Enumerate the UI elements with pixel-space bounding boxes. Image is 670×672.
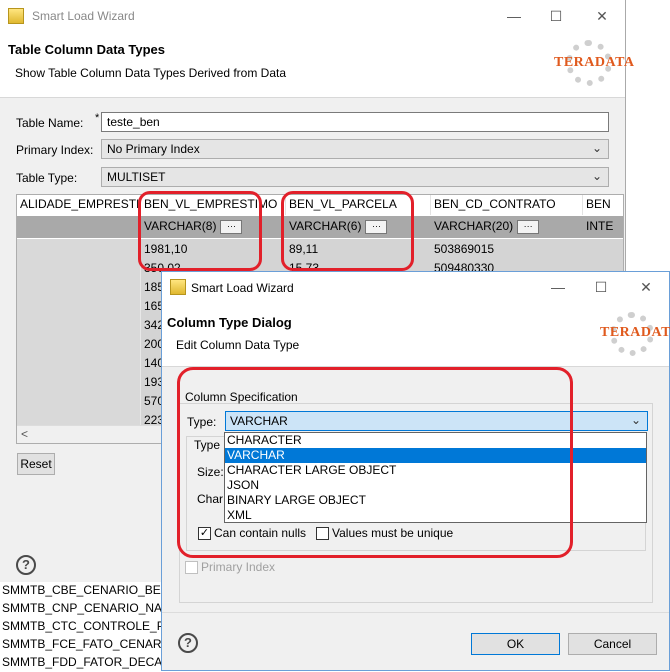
footer-divider [162,612,669,613]
row-cell-blank [17,372,141,391]
teradata-logo: TERADATA [600,325,670,340]
reset-button[interactable]: Reset [17,453,55,475]
chevron-down-icon: ⌄ [591,169,602,183]
row-cell-blank [17,258,141,277]
help-icon[interactable]: ? [16,555,36,575]
dialog-subtitle: Edit Column Data Type [176,338,300,352]
primary-index-label: Primary Index: [16,143,94,157]
primary-index-checkbox-label: Primary Index [201,560,276,574]
column-type-value: VARCHAR(20) [434,219,514,233]
column-header[interactable]: ALIDADE_EMPRESTIMO [17,195,141,215]
column-header[interactable]: BEN_CD_CONTRATO [431,195,583,215]
main-header: Table Column Data Types Show Table Colum… [0,32,634,98]
column-type-cell[interactable]: VARCHAR(20) ··· [434,219,540,234]
dialog-title-bar[interactable]: Smart Load Wizard — ☐ ✕ [162,272,669,302]
primary-index-select[interactable]: No Primary Index ⌄ [101,139,609,159]
row-cell-blank [17,296,141,315]
row-cell-blank [17,353,141,372]
list-item[interactable]: SMMTB_CNP_CENARIO_NAO_ [0,600,165,618]
highlight-box [281,191,414,271]
teradata-logo: TERADATA [554,55,635,70]
help-icon[interactable]: ? [178,633,198,653]
main-window-title: Smart Load Wizard [32,9,135,23]
highlight-box [177,367,573,558]
cancel-button[interactable]: Cancel [568,633,657,655]
minimize-icon[interactable]: — [548,277,568,297]
list-item[interactable]: SMMTB_FDD_FATOR_DECAIME [0,654,165,672]
row-cell-blank [17,277,141,296]
scroll-left-icon[interactable]: < [21,427,28,441]
primary-index-checkbox [185,561,198,574]
column-header[interactable]: BEN [583,195,623,215]
dialog-title: Column Type Dialog [167,315,292,330]
edit-type-button[interactable]: ··· [517,219,540,234]
row-cell-blank [17,391,141,410]
table-type-label: Table Type: [16,171,78,185]
maximize-icon[interactable]: ☐ [591,277,611,297]
maximize-icon[interactable]: ☐ [546,6,566,26]
close-icon[interactable]: ✕ [592,6,612,26]
list-item[interactable]: SMMTB_CTC_CONTROLE_PRO [0,618,165,636]
list-item[interactable]: SMMTB_FCE_FATO_CENARIO [0,636,165,654]
ok-button[interactable]: OK [471,633,560,655]
close-icon[interactable]: ✕ [636,277,656,297]
dialog-header: Column Type Dialog Edit Column Data Type… [162,302,670,367]
column-type-cell[interactable]: INTE [586,219,613,233]
page-title: Table Column Data Types [8,42,165,57]
table-cell[interactable]: 503869015 [434,242,494,256]
primary-index-value: No Primary Index [107,142,200,156]
table-name-input[interactable]: teste_ben [101,112,609,132]
table-type-value: MULTISET [107,170,166,184]
table-type-select[interactable]: MULTISET ⌄ [101,167,609,187]
highlight-box [138,191,262,271]
minimize-icon[interactable]: — [504,6,524,26]
required-marker: * [95,112,100,124]
main-title-bar[interactable]: Smart Load Wizard — ☐ ✕ [0,0,625,32]
chevron-down-icon: ⌄ [591,141,602,155]
app-icon [8,8,24,24]
app-icon [170,279,186,295]
page-subtitle: Show Table Column Data Types Derived fro… [15,66,287,80]
table-name-label: Table Name: [16,116,84,130]
list-item[interactable]: SMMTB_CBE_CENARIO_BE [0,582,165,600]
row-cell-blank [17,315,141,334]
row-cell-blank [17,239,141,258]
chevron-down-icon: ⌄ [630,413,641,427]
row-cell-blank [17,334,141,353]
dialog-window-title: Smart Load Wizard [191,281,294,295]
